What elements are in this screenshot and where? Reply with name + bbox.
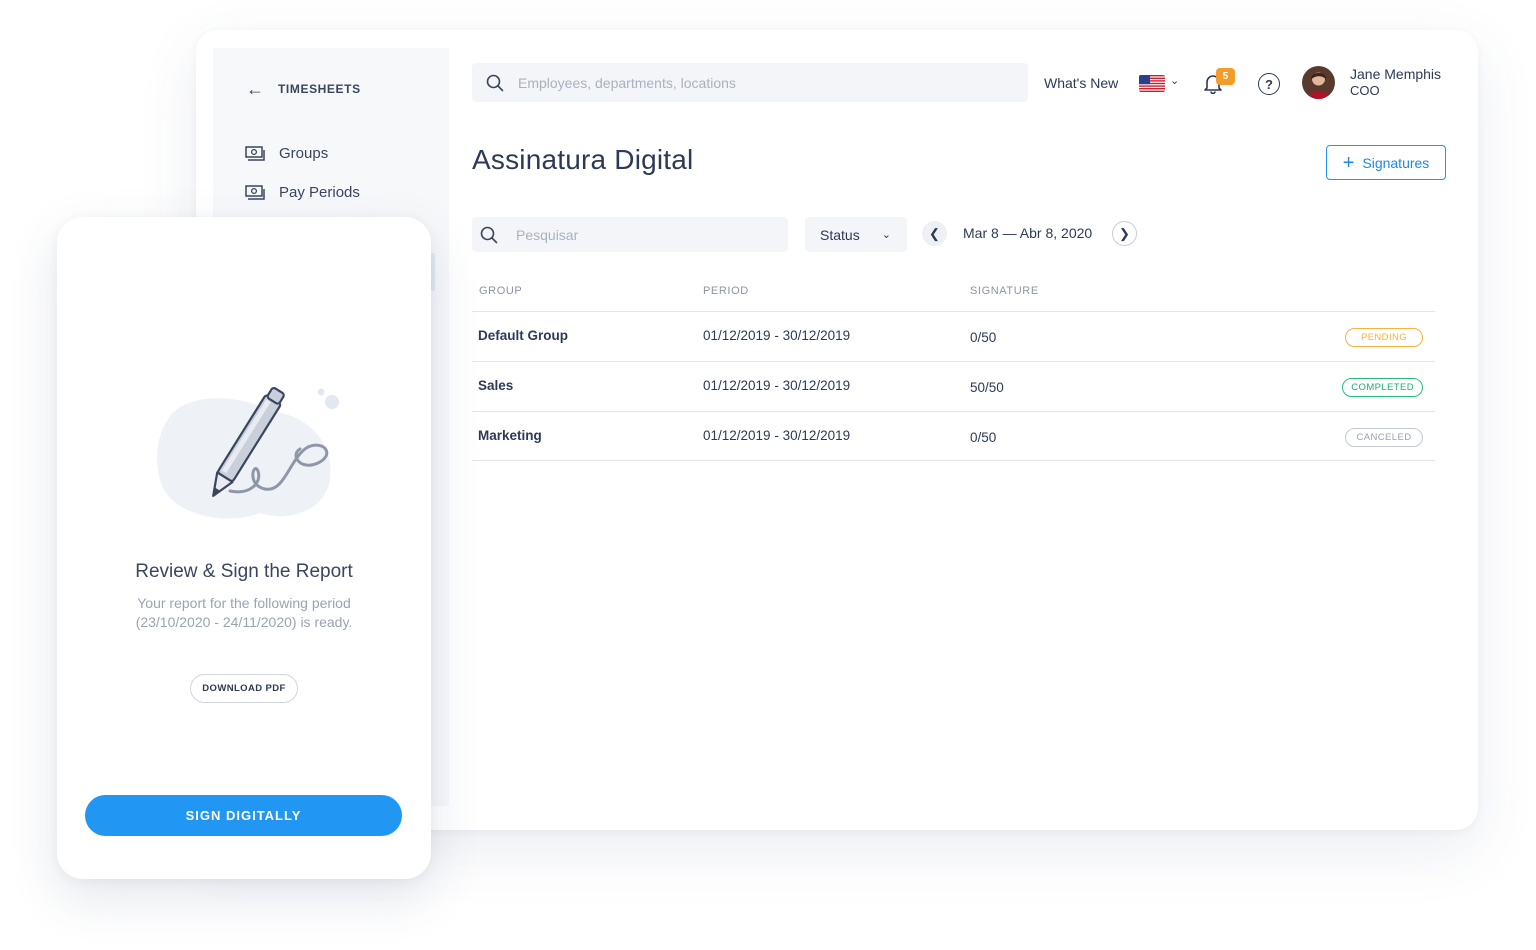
table-row[interactable]: Sales 01/12/2019 - 30/12/2019 50/50 COMP… [472,361,1435,411]
column-header-signature[interactable]: SIGNATURE [970,285,1039,297]
money-icon [245,184,265,200]
sidebar-scroll-indicator[interactable] [431,253,435,291]
sidebar-item-groups[interactable]: Groups [245,145,328,162]
back-label: TIMESHEETS [278,82,361,96]
notification-badge: 5 [1216,68,1235,85]
status-badge: CANCELED [1345,428,1423,447]
search-icon [486,74,504,91]
page-title: Assinatura Digital [472,144,694,175]
status-badge: COMPLETED [1342,378,1423,397]
chevron-down-icon: ⌄ [881,229,891,241]
previous-period-button[interactable]: ❮ [922,221,947,246]
group-cell: Default Group [478,328,568,343]
back-to-timesheets[interactable]: ← TIMESHEETS [246,80,361,98]
pen-signature-icon [157,387,339,519]
global-search-input[interactable] [518,74,998,91]
search-icon [480,226,498,243]
status-dropdown[interactable]: Status ⌄ [805,217,907,252]
table-search-input[interactable] [516,226,776,243]
stage: ← TIMESHEETS Groups Pay Periods What's N… [0,0,1536,950]
signature-cell: 0/50 [970,330,997,345]
us-flag-icon[interactable] [1139,75,1165,92]
status-badge: PENDING [1345,328,1423,347]
download-pdf-button[interactable]: DOWNLOAD PDF [190,674,298,703]
signature-cell: 50/50 [970,380,1004,395]
arrow-left-icon: ← [246,79,264,99]
money-icon [245,145,265,161]
chevron-right-icon: ❯ [1119,225,1130,241]
table-search[interactable] [472,217,788,252]
card-title: Review & Sign the Report [135,561,353,582]
chevron-down-icon[interactable]: ⌄ [1170,74,1179,87]
date-range: Mar 8 — Abr 8, 2020 [963,225,1093,241]
whats-new-link[interactable]: What's New [1044,75,1118,91]
chevron-left-icon: ❮ [929,225,940,241]
group-cell: Marketing [478,428,542,443]
sidebar-item-pay-periods[interactable]: Pay Periods [245,184,360,201]
global-search[interactable] [472,63,1028,102]
sign-report-card [57,217,431,879]
sign-digitally-button[interactable]: SIGN DIGITALLY [85,795,402,836]
add-signatures-label: Signatures [1362,154,1430,171]
signature-cell: 0/50 [970,430,997,445]
user-name[interactable]: Jane Memphis [1350,66,1441,82]
column-header-period[interactable]: PERIOD [703,285,749,297]
avatar[interactable] [1302,66,1335,99]
add-signatures-button[interactable]: + Signatures [1326,145,1446,180]
next-period-button[interactable]: ❯ [1112,221,1137,246]
card-description: Your report for the following period (23… [135,595,353,630]
help-icon[interactable]: ? [1258,73,1280,95]
group-cell: Sales [478,378,514,393]
period-cell: 01/12/2019 - 30/12/2019 [703,428,851,443]
status-dropdown-label: Status [820,226,860,243]
sidebar-item-label: Groups [279,145,329,162]
sidebar-item-label: Pay Periods [279,184,360,201]
period-cell: 01/12/2019 - 30/12/2019 [703,378,851,393]
table-row[interactable]: Default Group 01/12/2019 - 30/12/2019 0/… [472,311,1435,361]
plus-icon: + [1342,151,1355,174]
column-header-group[interactable]: GROUP [479,285,522,297]
user-role: COO [1350,83,1380,98]
period-cell: 01/12/2019 - 30/12/2019 [703,328,851,343]
table-row[interactable]: Marketing 01/12/2019 - 30/12/2019 0/50 C… [472,411,1435,461]
